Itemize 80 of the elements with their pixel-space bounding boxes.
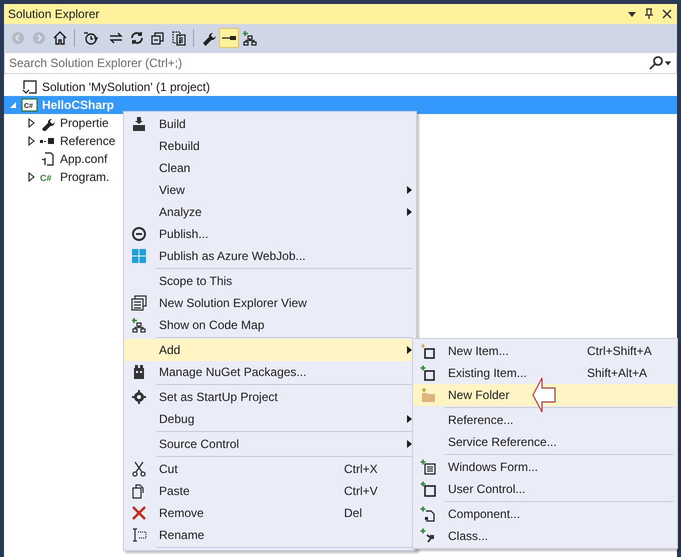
- config-file-icon: [39, 151, 55, 167]
- csharp-file-icon: C#: [39, 169, 55, 185]
- tree-item[interactable]: App.conf: [4, 150, 110, 168]
- toolbar-button[interactable]: [219, 28, 239, 48]
- back-icon: [10, 30, 26, 46]
- submenu-arrow-icon: [406, 346, 412, 354]
- collapsed-triangle-icon: [26, 172, 36, 182]
- new-view-icon: [131, 295, 147, 311]
- build-icon: [131, 116, 147, 132]
- collapse-all-icon: [150, 30, 166, 46]
- shortcut-text: Ctrl+V: [344, 484, 379, 498]
- menu-item[interactable]: Clean: [124, 157, 416, 179]
- submenu-arrow-icon: [406, 415, 412, 423]
- menu-item[interactable]: Debug: [124, 408, 416, 430]
- submenu-arrow-icon: [406, 208, 412, 216]
- menu-item[interactable]: Class...: [413, 525, 677, 547]
- tree-item[interactable]: C# Program.: [4, 168, 112, 186]
- refresh-icon: [129, 30, 145, 46]
- tree-item[interactable]: Reference: [4, 132, 118, 150]
- new-item-icon: [420, 343, 436, 359]
- menu-item[interactable]: Build: [124, 113, 416, 135]
- user-control-icon: [420, 481, 436, 497]
- menu-item[interactable]: Analyze: [124, 201, 416, 223]
- windows-form-icon: [420, 459, 436, 475]
- shortcut-text: Ctrl+X: [344, 462, 379, 476]
- menu-item[interactable]: Reference...: [413, 409, 677, 431]
- class-icon: [420, 528, 436, 544]
- menu-item[interactable]: Publish...: [124, 223, 416, 245]
- home-icon: [52, 30, 68, 46]
- tree-item[interactable]: Propertie: [4, 114, 111, 132]
- window-title: Solution Explorer: [8, 7, 100, 21]
- shortcut-text: Ctrl+Shift+A: [587, 344, 653, 358]
- component-icon: [420, 506, 436, 522]
- callout-arrow-annotation: [532, 377, 556, 413]
- menu-item[interactable]: Service Reference...: [413, 431, 677, 453]
- menu-item[interactable]: Show on Code Map: [124, 314, 416, 336]
- close-icon: [661, 8, 673, 20]
- shortcut-text: Del: [344, 506, 364, 520]
- menu-item[interactable]: Existing Item... Shift+Alt+A: [413, 362, 677, 384]
- new-folder-icon: [420, 387, 436, 403]
- menu-item[interactable]: New Folder: [413, 384, 677, 406]
- submenu-arrow-icon: [406, 186, 412, 194]
- menu-item[interactable]: New Item... Ctrl+Shift+A: [413, 340, 677, 362]
- expanded-triangle-icon: [8, 100, 18, 110]
- dropdown-icon: [627, 9, 637, 19]
- solution-icon: [21, 79, 37, 95]
- remove-icon: [131, 505, 147, 521]
- code-map-icon: [131, 317, 147, 333]
- sync-icon: [108, 30, 124, 46]
- menu-item[interactable]: Manage NuGet Packages...: [124, 361, 416, 383]
- menu-item[interactable]: Publish as Azure WebJob...: [124, 245, 416, 267]
- submenu-arrow-icon: [406, 440, 412, 448]
- menu-item[interactable]: Scope to This: [124, 270, 416, 292]
- menu-item[interactable]: Rebuild: [124, 135, 416, 157]
- forward-icon: [31, 30, 47, 46]
- search-input[interactable]: Search Solution Explorer (Ctrl+;): [9, 56, 648, 70]
- menu-item[interactable]: Source Control: [124, 433, 416, 455]
- rename-icon: [131, 527, 147, 543]
- menu-item[interactable]: Paste Ctrl+V: [124, 480, 416, 502]
- preview-icon: [222, 35, 236, 41]
- menu-item[interactable]: Set as StartUp Project: [124, 386, 416, 408]
- menu-item[interactable]: User Control...: [413, 478, 677, 500]
- menu-item[interactable]: Cut Ctrl+X: [124, 458, 416, 480]
- shortcut-text: Shift+Alt+A: [587, 366, 648, 380]
- menu-item[interactable]: New Solution Explorer View: [124, 292, 416, 314]
- add-existing-item-icon: [420, 365, 436, 381]
- menu-item[interactable]: Component...: [413, 503, 677, 525]
- menu-item[interactable]: Rename: [124, 524, 416, 546]
- search-field[interactable]: Search Solution Explorer (Ctrl+;): [4, 52, 677, 74]
- show-files-icon: [171, 30, 187, 46]
- search-icon: [648, 55, 664, 71]
- pin-icon: [643, 8, 655, 20]
- scissors-icon: [131, 461, 147, 477]
- menu-item[interactable]: Windows Form...: [413, 456, 677, 478]
- code-map-icon: [242, 30, 258, 46]
- menu-item[interactable]: Remove Del: [124, 502, 416, 524]
- tree-item[interactable]: Solution 'MySolution' (1 project): [4, 78, 212, 96]
- wrench-icon: [200, 30, 216, 46]
- windows-logo-icon: [131, 248, 147, 264]
- menu-item[interactable]: View: [124, 179, 416, 201]
